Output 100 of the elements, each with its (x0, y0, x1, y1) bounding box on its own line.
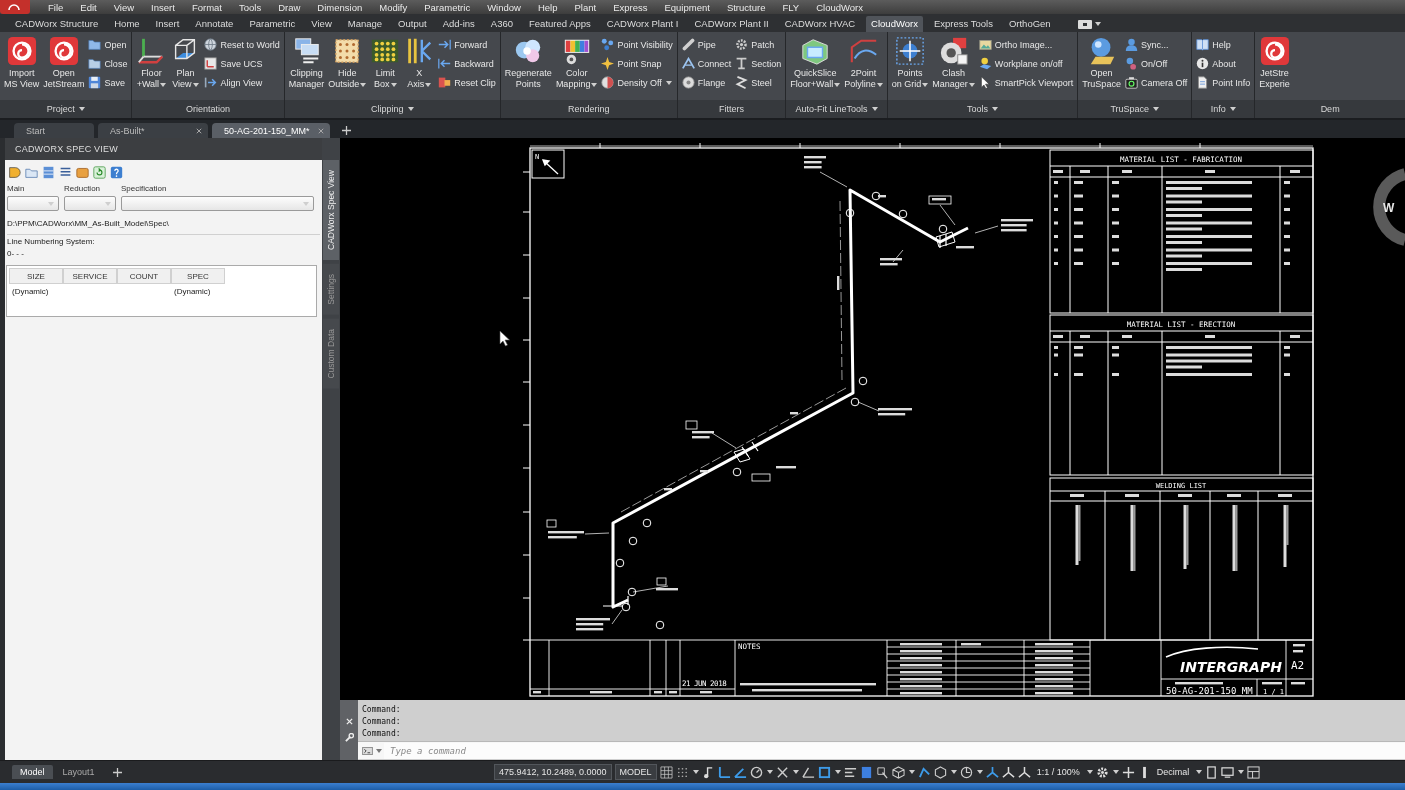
ribbon-button[interactable]: Save (86, 73, 130, 92)
viewcube-ring-icon[interactable] (1373, 168, 1405, 246)
annotation-scale-button[interactable]: 1:1 / 100% (1033, 767, 1083, 777)
ribbon-button[interactable]: Reset Clip (436, 73, 498, 92)
caret-icon[interactable] (992, 107, 998, 111)
ribbon-button[interactable]: Backward (436, 54, 498, 73)
caret-icon[interactable] (78, 107, 85, 111)
ribbon-button[interactable]: Reset to World (202, 35, 282, 54)
angle-icon[interactable] (733, 765, 747, 779)
caret-icon[interactable] (1153, 107, 1160, 111)
caret-icon[interactable] (908, 770, 915, 774)
caret-icon[interactable] (950, 770, 957, 774)
ribbon-toggle-icon[interactable] (1077, 19, 1092, 29)
ribbon-button[interactable]: Plan View (168, 35, 203, 91)
ribbon-button[interactable]: Save UCS (202, 54, 282, 73)
menu-item[interactable]: Draw (278, 0, 301, 14)
gear-icon[interactable] (1095, 765, 1109, 779)
ribbon-button[interactable]: Hide Outside (326, 35, 369, 91)
ribbon-button[interactable]: Section (733, 54, 784, 73)
menu-item[interactable]: View (113, 0, 135, 14)
layout-tab[interactable]: Model (12, 765, 53, 779)
caret-icon[interactable] (1094, 22, 1101, 26)
ribbon-tab[interactable]: View (306, 16, 337, 32)
close-icon[interactable] (318, 127, 324, 134)
layout-icon[interactable] (1247, 765, 1261, 779)
caret-icon[interactable] (1196, 770, 1203, 774)
menu-item[interactable]: FLY (782, 0, 800, 14)
caret-icon[interactable] (871, 107, 878, 111)
filled-square-icon[interactable] (859, 765, 873, 779)
caret-icon[interactable] (407, 107, 414, 111)
dropdown-field[interactable] (64, 196, 116, 211)
menu-item[interactable]: Structure (726, 0, 766, 14)
ribbon-button[interactable]: QuickSlice Floor+Wall (788, 35, 843, 91)
ribbon-button[interactable]: Import MS View (2, 35, 42, 91)
ribbon-button[interactable]: Clash Manager (930, 35, 977, 91)
ribbon-button[interactable]: Steel (733, 73, 784, 92)
column-header[interactable]: SIZE (9, 268, 63, 284)
dropdown-field[interactable] (121, 196, 314, 211)
refresh-icon[interactable] (93, 166, 106, 179)
column-header[interactable]: COUNT (117, 268, 171, 284)
ribbon-button[interactable]: Points on Grid (889, 35, 931, 91)
hexagon-icon[interactable] (933, 765, 947, 779)
menu-item[interactable]: Plant (574, 0, 597, 14)
ribbon-button[interactable]: Help (1194, 35, 1253, 54)
ribbon-tab[interactable]: CloudWorx (866, 16, 923, 32)
ribbon-button[interactable]: Point Snap (599, 54, 675, 73)
model-space-button[interactable]: MODEL (614, 764, 657, 780)
layout-tab[interactable]: Layout1 (54, 765, 103, 779)
ribbon-button[interactable]: 2Point Polyline (842, 35, 885, 91)
caret-icon[interactable] (1238, 770, 1245, 774)
ribbon-button[interactable]: Floor +Wall (134, 35, 169, 91)
page-icon[interactable] (1205, 765, 1219, 779)
ribbon-button[interactable]: Pipe (679, 35, 734, 54)
plus-icon[interactable] (342, 126, 351, 135)
ribbon-tab[interactable]: Insert (150, 16, 185, 32)
menu-item[interactable]: Dimension (317, 0, 363, 14)
ribbon-tab[interactable]: Manage (342, 16, 388, 32)
ribbon-button[interactable]: Density Off (599, 73, 675, 92)
menu-item[interactable]: Modify (379, 0, 408, 14)
ribbon-tab[interactable]: CADWorx HVAC (779, 16, 861, 32)
ribbon-button[interactable]: Point Info (1194, 73, 1253, 92)
ribbon-button[interactable]: Point Visibility (599, 35, 675, 54)
dial-icon[interactable] (749, 765, 763, 779)
caret-icon[interactable] (692, 770, 699, 774)
list-icon[interactable] (59, 166, 72, 179)
units-button[interactable]: Decimal (1153, 767, 1193, 777)
caret-icon[interactable] (834, 770, 841, 774)
ribbon-button[interactable]: Align View (202, 73, 282, 92)
ribbon-tab[interactable]: CADWorx Plant I (601, 16, 684, 32)
menu-item[interactable]: Help (537, 0, 558, 14)
cube-icon[interactable] (891, 765, 905, 779)
grid-icon[interactable] (659, 765, 673, 779)
ribbon-button[interactable]: JetStre Experie (1257, 35, 1292, 91)
menu-item[interactable]: Express (613, 0, 648, 14)
ribbon-tab[interactable]: Output (393, 16, 432, 32)
ribbon-button[interactable]: Patch (733, 35, 784, 54)
box-icon[interactable] (76, 166, 89, 179)
menu-item[interactable]: Equipment (664, 0, 710, 14)
ribbon-button[interactable]: Color Mapping (553, 35, 600, 91)
ribbon-tab[interactable]: A360 (485, 16, 519, 32)
caret-icon[interactable] (792, 770, 799, 774)
column-header[interactable]: SPEC (171, 268, 225, 284)
ribbon-button[interactable]: SmartPick Viewport (976, 73, 1076, 92)
selection-icon[interactable] (875, 765, 889, 779)
ribbon-button[interactable]: Ortho Image... (976, 35, 1076, 54)
ribbon-button[interactable]: Forward (436, 35, 498, 54)
gizmo-icon[interactable] (917, 765, 931, 779)
ribbon-button[interactable]: Close (86, 54, 130, 73)
column-header[interactable]: SERVICE (63, 268, 117, 284)
ribbon-tab[interactable]: CADWorx Plant II (689, 16, 774, 32)
ribbon-button[interactable]: Open (86, 35, 130, 54)
snap-dots-icon[interactable] (675, 765, 689, 779)
vertical-tab[interactable]: CADWorx Spec View (323, 160, 339, 260)
ribbon-button[interactable]: X Axis (402, 35, 437, 91)
caret-icon[interactable] (376, 748, 382, 753)
menu-item[interactable]: CloudWorx (816, 0, 863, 14)
help-icon[interactable] (110, 166, 123, 179)
ribbon-button[interactable]: Limit Box (368, 35, 403, 91)
dropdown-field[interactable] (7, 196, 59, 211)
ribbon-button[interactable]: About (1194, 54, 1253, 73)
